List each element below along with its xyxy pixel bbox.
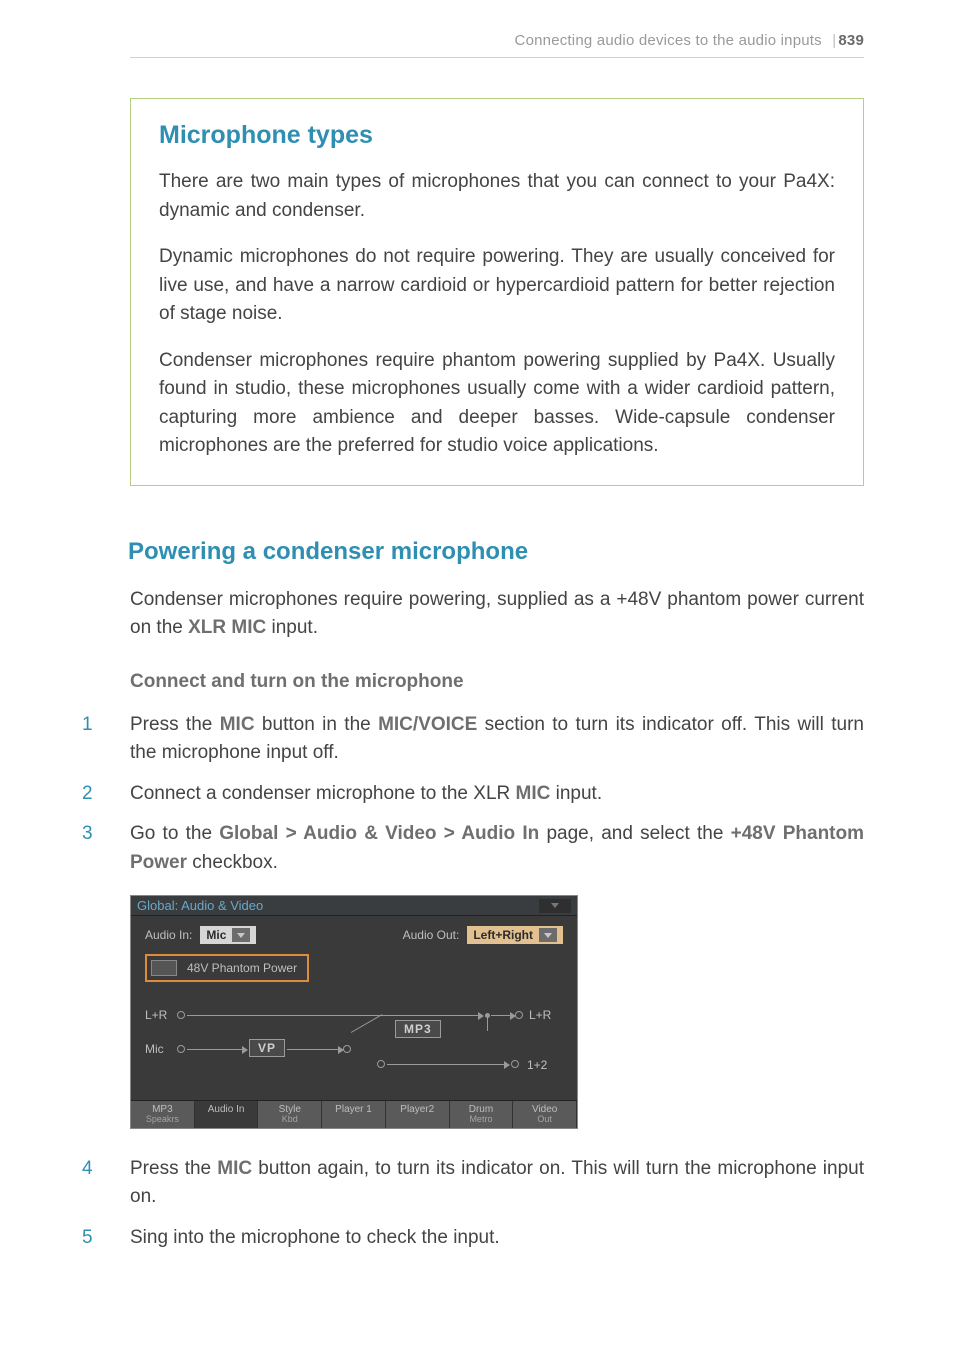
callout-paragraph: Dynamic microphones do not require power… xyxy=(159,243,835,329)
diagram-node xyxy=(377,1060,385,1068)
ui-label: Global > Audio & Video > Audio In xyxy=(219,823,539,844)
chevron-down-icon xyxy=(539,928,557,942)
callout-title: Microphone types xyxy=(159,121,835,150)
subheading: Connect and turn on the microphone xyxy=(130,671,864,693)
figure-tabs: MP3Speakrs Audio In StyleKbd Player 1 Pl… xyxy=(131,1100,577,1128)
diagram-label: Mic xyxy=(145,1042,164,1056)
menu-dropdown-icon[interactable] xyxy=(539,899,571,913)
audio-out-label: Audio Out: xyxy=(403,928,460,942)
ui-label: MIC/VOICE xyxy=(378,714,477,735)
tab-mp3-speakers[interactable]: MP3Speakrs xyxy=(131,1101,195,1128)
section-intro: Condenser microphones require powering, … xyxy=(130,586,864,643)
step-item: Connect a condenser microphone to the XL… xyxy=(82,780,864,809)
ui-label: XLR MIC xyxy=(188,617,266,638)
diagram-label: L+R xyxy=(145,1008,167,1022)
tab-style-kbd[interactable]: StyleKbd xyxy=(258,1101,322,1128)
step-item: Press the MIC button again, to turn its … xyxy=(82,1155,864,1212)
diagram-line xyxy=(491,1015,511,1016)
header-divider: | xyxy=(832,32,836,49)
audio-out-dropdown[interactable]: Left+Right xyxy=(467,926,563,944)
diagram-line xyxy=(287,1049,339,1050)
running-header: Connecting audio devices to the audio in… xyxy=(130,32,864,58)
audio-video-screenshot: Global: Audio & Video Audio In: Mic Audi… xyxy=(130,895,578,1129)
step-item: Sing into the microphone to check the in… xyxy=(82,1224,864,1253)
tab-drum-metro[interactable]: DrumMetro xyxy=(450,1101,514,1128)
step-item: Go to the Global > Audio & Video > Audio… xyxy=(82,820,864,877)
ui-label: MIC xyxy=(217,1158,252,1179)
diagram-node xyxy=(511,1060,519,1068)
header-section: Connecting audio devices to the audio in… xyxy=(515,32,822,49)
callout-paragraph: Condenser microphones require phantom po… xyxy=(159,347,835,461)
tab-player1[interactable]: Player 1 xyxy=(322,1101,386,1128)
diagram-box: VP xyxy=(249,1039,285,1057)
diagram-line xyxy=(351,1014,383,1033)
audio-in-label: Audio In: xyxy=(145,928,192,942)
diagram-node xyxy=(177,1045,185,1053)
audio-in-dropdown[interactable]: Mic xyxy=(200,926,256,944)
page-number: 839 xyxy=(838,32,864,49)
section-heading: Powering a condenser microphone xyxy=(128,538,864,566)
microphone-types-callout: Microphone types There are two main type… xyxy=(130,98,864,486)
steps-list-continued: Press the MIC button again, to turn its … xyxy=(130,1155,864,1253)
diagram-label: L+R xyxy=(529,1008,551,1022)
tab-video-out[interactable]: VideoOut xyxy=(513,1101,577,1128)
step-item: Press the MIC button in the MIC/VOICE se… xyxy=(82,711,864,768)
tab-player2[interactable]: Player2 xyxy=(386,1101,450,1128)
diagram-node xyxy=(515,1011,523,1019)
tab-audio-in[interactable]: Audio In xyxy=(195,1101,259,1128)
diagram-line xyxy=(187,1049,243,1050)
ui-label: MIC xyxy=(516,783,551,804)
diagram-label: 1+2 xyxy=(527,1058,547,1072)
diagram-line xyxy=(187,1015,479,1016)
figure-title: Global: Audio & Video xyxy=(137,898,263,913)
steps-list: Press the MIC button in the MIC/VOICE se… xyxy=(130,711,864,878)
figure-titlebar: Global: Audio & Video xyxy=(131,896,577,916)
phantom-power-highlight: 48V Phantom Power xyxy=(145,954,309,982)
diagram-line xyxy=(487,1017,488,1031)
phantom-power-checkbox[interactable] xyxy=(151,960,177,976)
diagram-box: MP3 xyxy=(395,1020,441,1038)
signal-flow-diagram: L+R Mic VP MP3 L+R xyxy=(145,1008,563,1088)
diagram-line xyxy=(387,1064,505,1065)
callout-paragraph: There are two main types of microphones … xyxy=(159,168,835,225)
diagram-node xyxy=(343,1045,351,1053)
ui-label: MIC xyxy=(220,714,255,735)
diagram-node xyxy=(177,1011,185,1019)
chevron-down-icon xyxy=(232,928,250,942)
phantom-power-label: 48V Phantom Power xyxy=(187,961,297,975)
